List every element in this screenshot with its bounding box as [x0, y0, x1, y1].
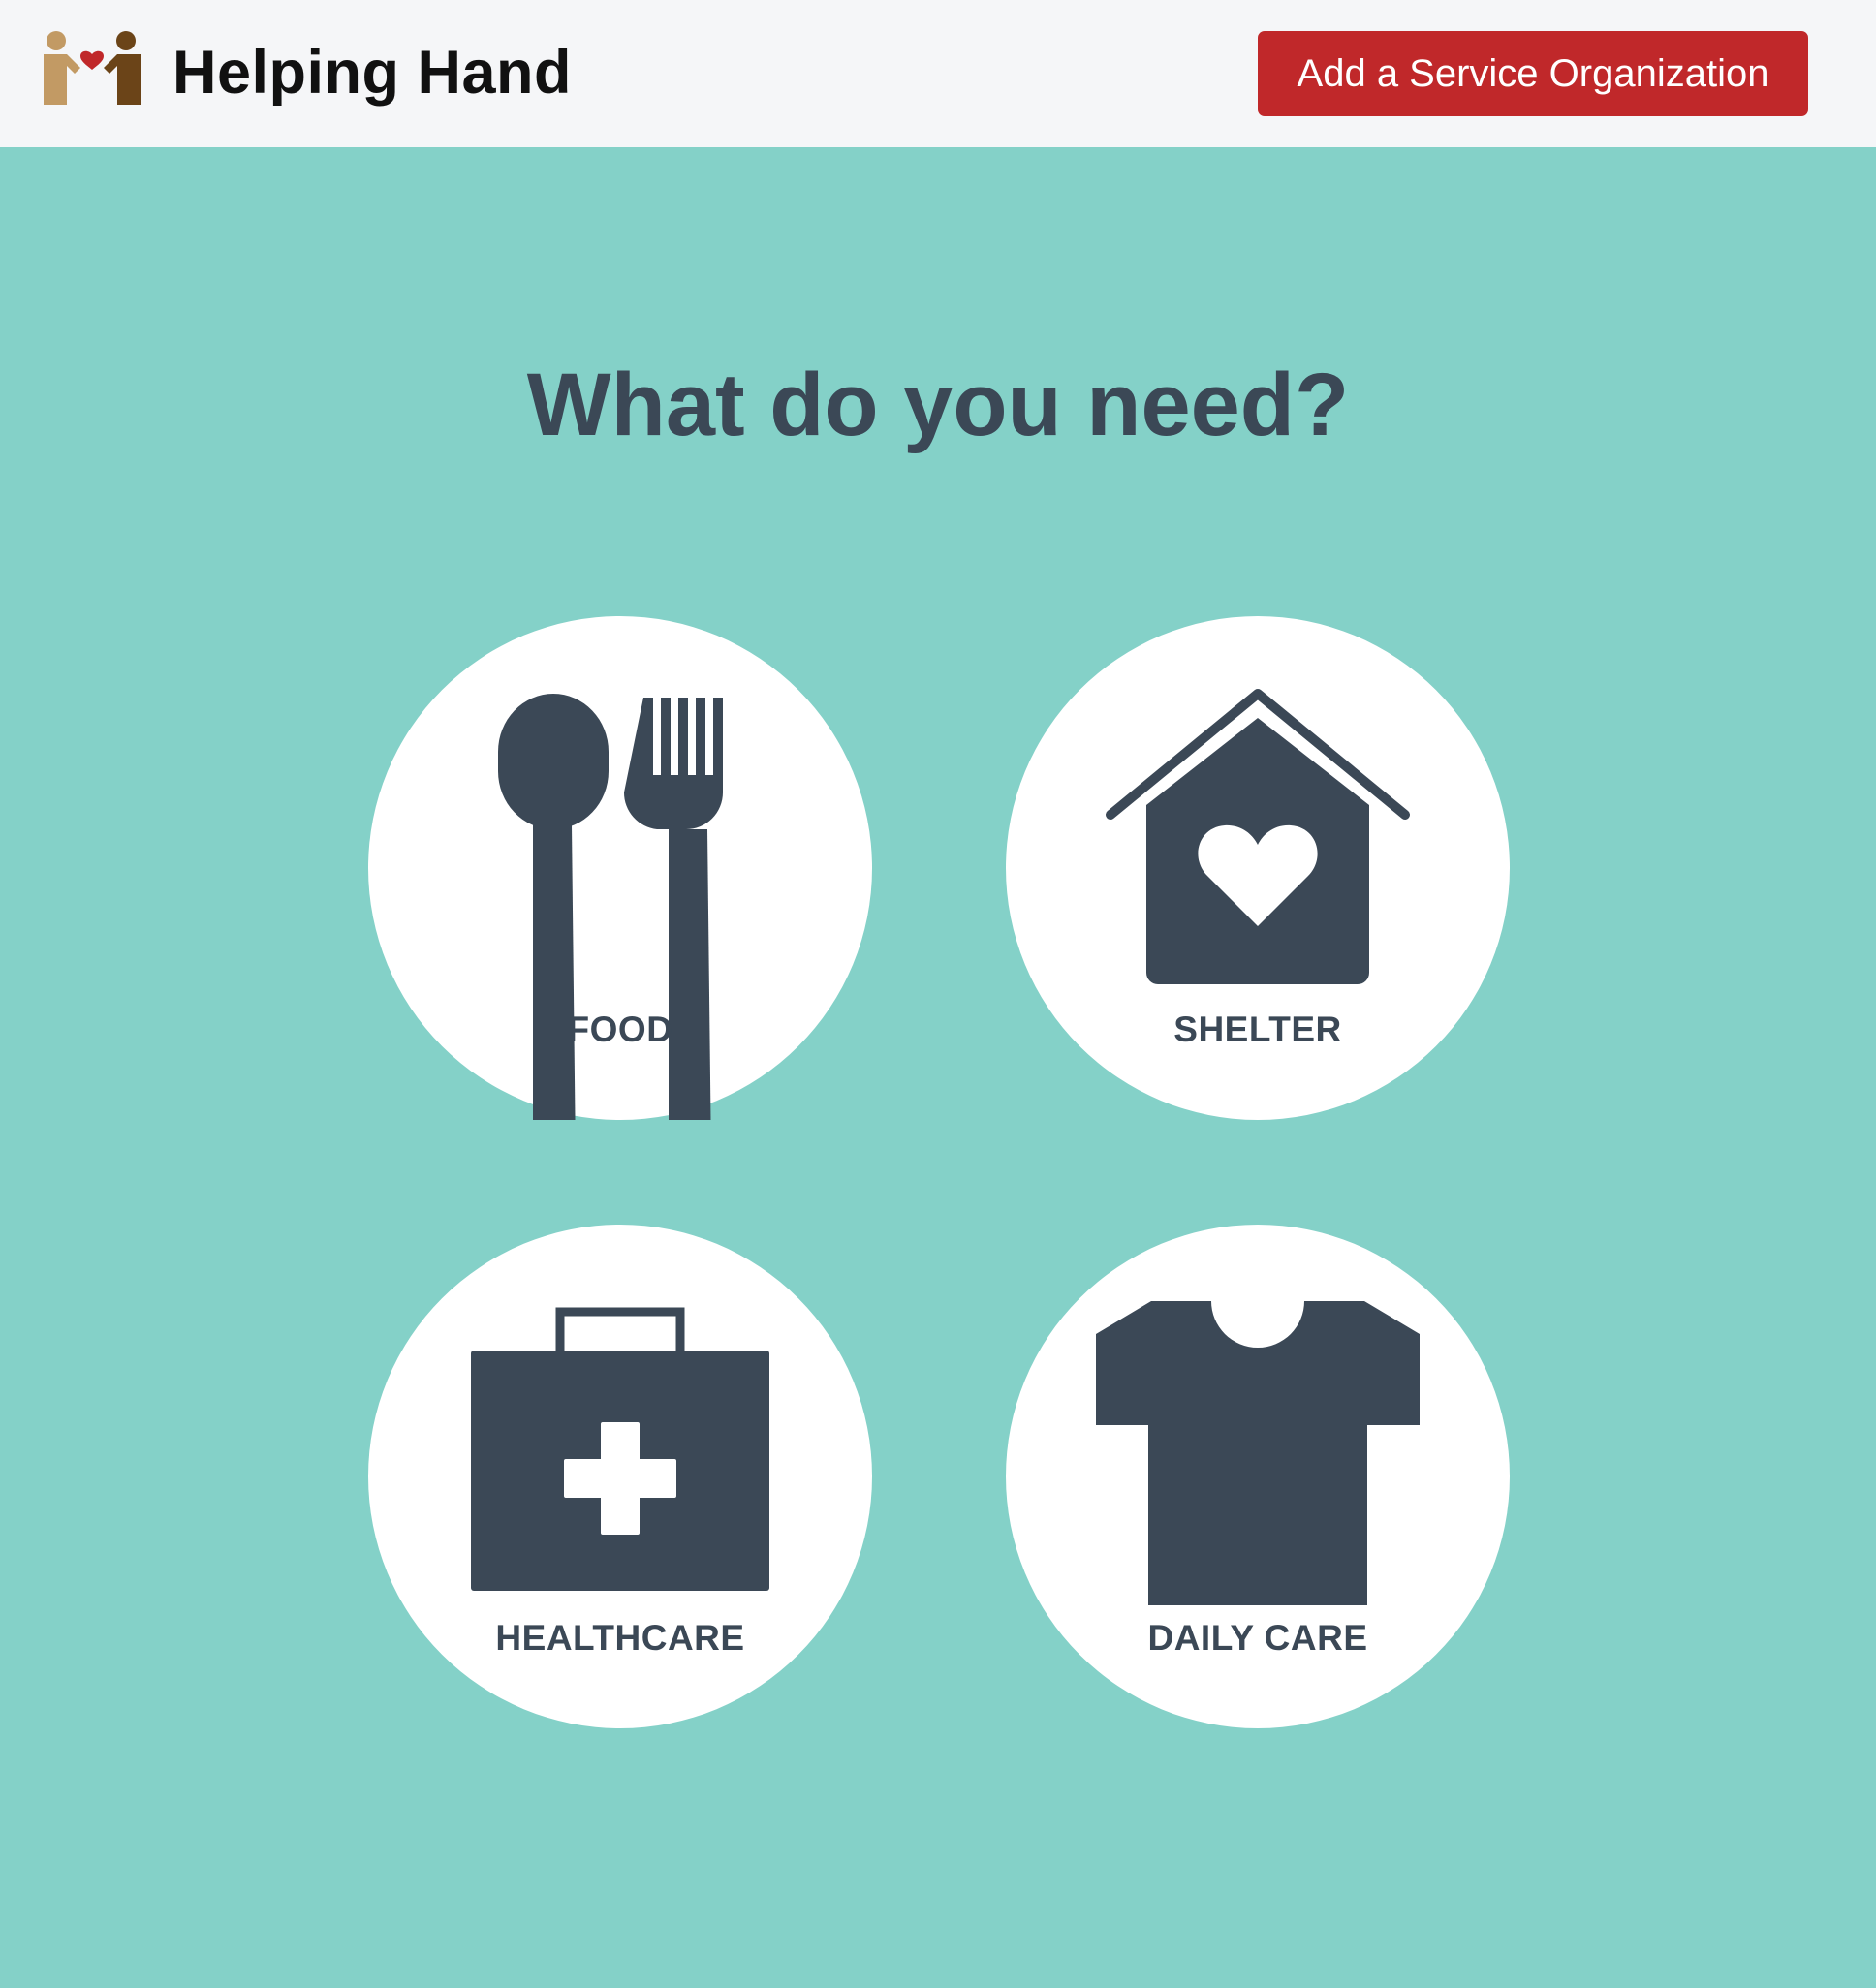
people-heart-logo-icon — [44, 31, 141, 105]
brand-name: Helping Hand — [172, 39, 572, 107]
brand-link[interactable]: Helping Hand — [41, 27, 572, 118]
page-title: What do you need? — [526, 356, 1350, 454]
category-label: FOOD — [567, 1010, 673, 1049]
category-shelter[interactable]: SHELTER — [1006, 616, 1510, 1120]
category-healthcare[interactable]: HEALTHCARE — [368, 1225, 872, 1728]
category-label: SHELTER — [1173, 1010, 1342, 1049]
category-label: HEALTHCARE — [495, 1618, 745, 1658]
category-food[interactable]: FOOD — [368, 616, 872, 1120]
add-service-organization-button[interactable]: Add a Service Organization — [1258, 31, 1808, 116]
category-label: DAILY CARE — [1147, 1618, 1368, 1658]
category-daily-care[interactable]: DAILY CARE — [1006, 1225, 1510, 1728]
top-navbar: Helping Hand Add a Service Organization — [0, 0, 1876, 147]
